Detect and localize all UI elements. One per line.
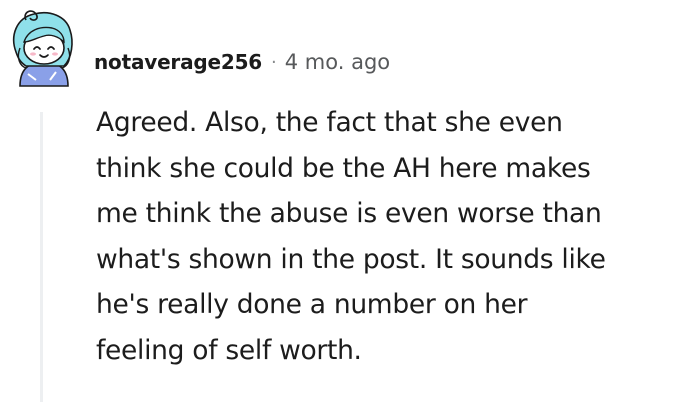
meta-separator: · <box>271 51 277 73</box>
comment-body-line: me think the abuse is even worse than <box>96 198 602 229</box>
comment-body-line: he's really done a number on her <box>96 289 528 320</box>
user-avatar[interactable] <box>6 8 82 88</box>
comment-body-line: what's shown in the post. It sounds like <box>96 243 606 275</box>
comment: notaverage256 · 4 mo. ago Agreed. Also, … <box>0 0 700 402</box>
comment-body-line: feeling of self worth. <box>96 334 362 366</box>
comment-body-line: Agreed. Also, the fact that she even <box>96 107 563 138</box>
comment-body: Agreed. Also, the fact that she even thi… <box>96 100 696 373</box>
snoo-avatar-icon <box>12 10 73 87</box>
thread-line[interactable] <box>40 112 43 402</box>
username-link[interactable]: notaverage256 <box>94 50 262 74</box>
comment-body-line: think she could be the AH here makes <box>96 152 591 184</box>
comment-header: notaverage256 · 4 mo. ago <box>94 46 390 78</box>
timestamp-link[interactable]: 4 mo. ago <box>285 50 390 74</box>
